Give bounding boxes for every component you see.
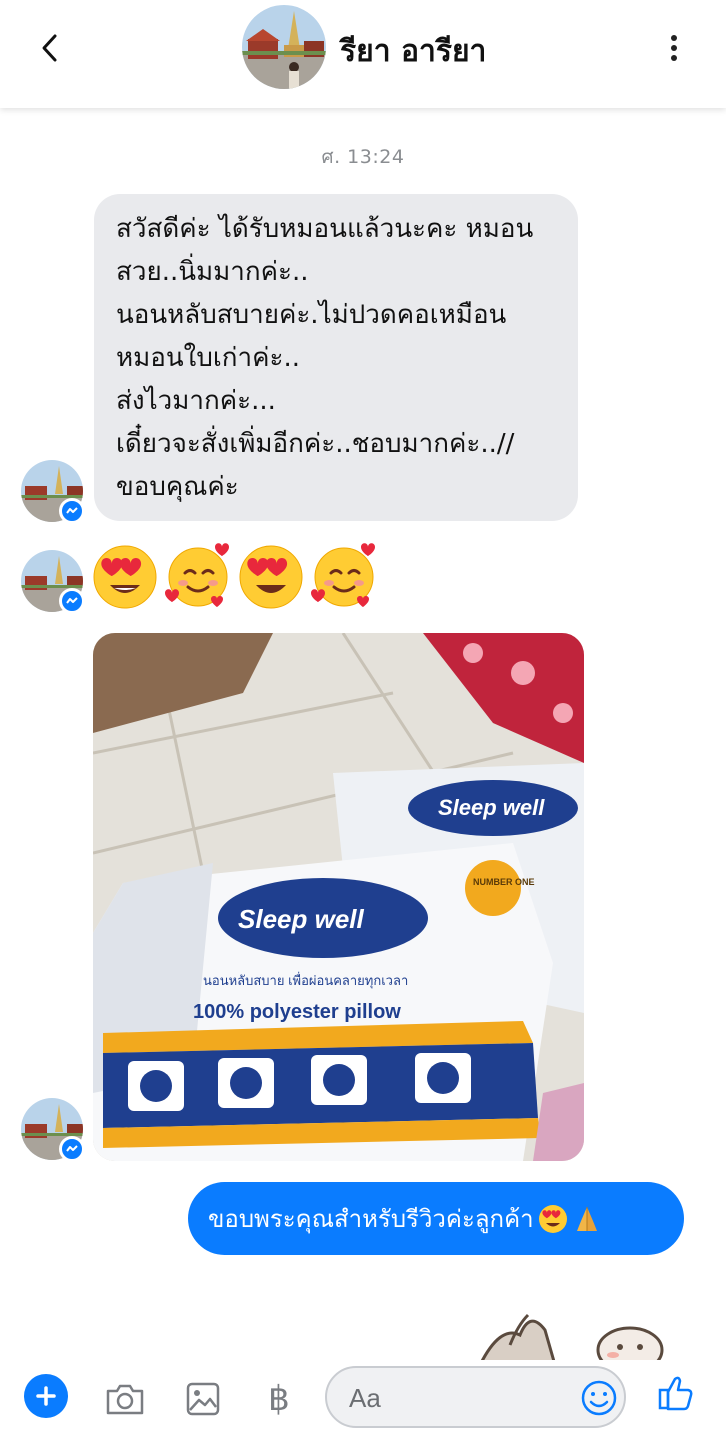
chat-header: รียา อารียา (0, 0, 726, 108)
pillow-subtitle: นอนหลับสบาย เพื่อผ่อนคลายทุกเวลา (203, 972, 408, 989)
like-button[interactable] (654, 1370, 700, 1416)
smiling-face-with-hearts-icon (165, 543, 229, 607)
outgoing-message-bubble[interactable]: ขอบพระคุณสำหรับรีวิวค่ะลูกค้า (188, 1182, 684, 1255)
pillow-product-label: 100% polyester pillow (193, 1001, 401, 1023)
emoji-message[interactable] (90, 541, 379, 617)
pillow-brand: Sleep well (238, 904, 364, 934)
message-timestamp: ศ. 13:24 (321, 146, 405, 168)
message-line: สวย..นิ่มมากค่ะ.. (116, 257, 309, 287)
more-options-button[interactable] (656, 28, 692, 68)
message-line: เดี๋ยวจะสั่งเพิ่มอีกค่ะ..ชอบมากค่ะ..// (116, 429, 515, 459)
contact-avatar[interactable] (242, 5, 326, 89)
chevron-left-icon (42, 34, 57, 62)
messenger-badge-icon (59, 1136, 85, 1162)
sender-avatar[interactable] (21, 550, 85, 614)
image-icon (186, 1382, 220, 1416)
thumbs-up-icon (658, 1376, 693, 1411)
gallery-button[interactable] (180, 1376, 226, 1422)
plus-icon (36, 1386, 56, 1406)
message-line: ขอบคุณค่ะ (116, 472, 239, 502)
sender-avatar[interactable] (21, 1098, 85, 1162)
back-button[interactable] (30, 28, 70, 68)
camera-button[interactable] (102, 1376, 148, 1422)
emoji-picker-icon[interactable] (579, 1378, 619, 1418)
camera-icon (106, 1384, 144, 1415)
pillow-brand-back: Sleep well (438, 795, 545, 820)
messenger-badge-icon (59, 498, 85, 524)
chat-screen: รียา อารียา ศ. 13:24 สวัสดีค่ะ ได้รับหมอ… (0, 0, 726, 1430)
messenger-badge-icon (59, 588, 85, 614)
heart-eyes-emoji-icon (93, 545, 157, 609)
message-line: ส่งไวมากค่ะ... (116, 386, 276, 416)
folded-hands-icon (576, 1206, 597, 1231)
payment-button[interactable]: ฿ (256, 1376, 302, 1422)
smiling-face-with-hearts-icon (311, 543, 375, 607)
bunny-sticker (478, 1313, 664, 1365)
more-vertical-icon (671, 35, 677, 41)
incoming-message-bubble[interactable]: สวัสดีค่ะ ได้รับหมอนแล้วนะคะ หมอน สวย..น… (94, 194, 578, 521)
sender-avatar[interactable] (21, 460, 85, 524)
outgoing-message-text: ขอบพระคุณสำหรับรีวิวค่ะลูกค้า (208, 1205, 534, 1233)
heart-eyes-emoji-icon (538, 1204, 567, 1233)
message-input[interactable] (349, 1378, 569, 1418)
more-actions-button[interactable] (24, 1374, 68, 1418)
message-input-wrapper (325, 1366, 626, 1428)
heart-eyes-emoji-icon (239, 545, 303, 609)
message-line: สวัสดีค่ะ ได้รับหมอนแล้วนะคะ หมอน (116, 214, 534, 244)
contact-name[interactable]: รียา อารียา (340, 28, 486, 75)
message-line: นอนหลับสบายค่ะ.ไม่ปวดคอเหมือน (116, 300, 507, 330)
message-line: หมอนใบเก่าค่ะ.. (116, 343, 300, 373)
photo-message[interactable]: Sleep well Sleep well NUMBER ONE นอนหลับ… (93, 633, 584, 1161)
message-composer: ฿ (0, 1360, 726, 1430)
pillow-badge: NUMBER ONE (473, 877, 535, 887)
